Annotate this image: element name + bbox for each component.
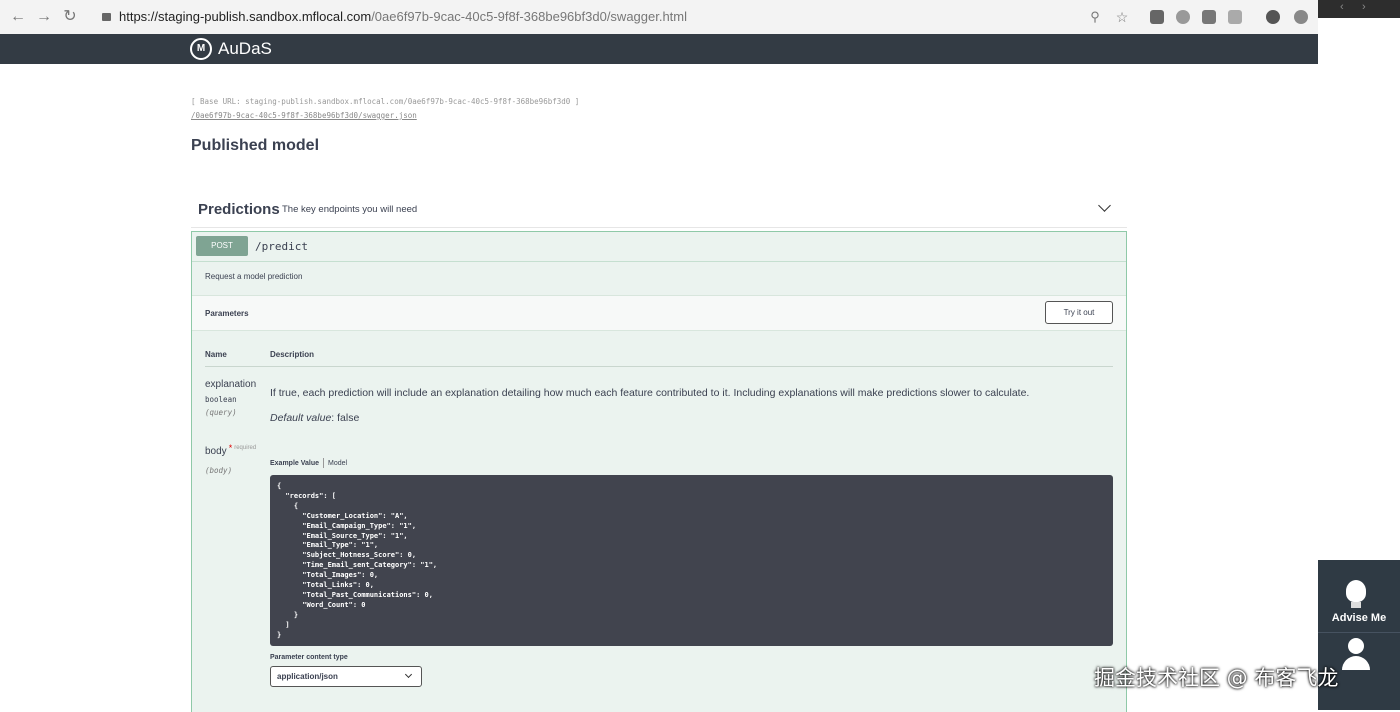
base-url: [ Base URL: staging-publish.sandbox.mflo… (191, 97, 580, 106)
app-header: M AuDaS (0, 34, 1318, 64)
lightbulb-base (1351, 602, 1361, 608)
content-type-label: Parameter content type (270, 654, 348, 661)
chevron-right-icon[interactable]: › (1362, 1, 1366, 13)
watermark: 掘金技术社区 @ 布客飞龙 (1094, 666, 1339, 690)
extension-icon[interactable] (1176, 10, 1190, 24)
default-label: Default value (270, 412, 332, 424)
param-name-text: body (205, 446, 227, 457)
user-icon[interactable] (1348, 638, 1364, 654)
column-header-name: Name (205, 350, 227, 359)
default-value: : false (331, 412, 360, 424)
chevron-down-icon[interactable] (1098, 199, 1111, 212)
url-host: https://staging-publish.sandbox.mflocal.… (119, 9, 372, 24)
required-star: * (228, 443, 233, 453)
forward-icon[interactable]: → (34, 7, 54, 27)
bookmark-star-icon[interactable]: ☆ (1112, 7, 1132, 27)
divider (323, 458, 325, 468)
logo-icon: M (190, 38, 212, 60)
lock-icon (102, 13, 111, 21)
operation-summary: Request a model prediction (205, 272, 303, 281)
column-header-description: Description (270, 350, 315, 359)
content-type-select[interactable]: application/json (270, 666, 422, 687)
param-name: body * required (205, 443, 257, 457)
tag-description: The key endpoints you will need (282, 204, 418, 215)
avatar[interactable] (1266, 10, 1280, 24)
operation-path: /predict (255, 240, 308, 253)
example-json: { "records": [ { "Customer_Location": "A… (277, 482, 438, 639)
drive-icon[interactable] (1202, 10, 1216, 24)
parameters-header: Parameters Try it out (192, 295, 1126, 331)
swagger-json-link[interactable]: /0ae6f97b-9cac-40c5-9f8f-368be96bf3d0/sw… (191, 111, 417, 120)
extension-icon[interactable] (1228, 10, 1242, 24)
operation-header[interactable]: POST /predict (192, 232, 1126, 262)
divider (1318, 632, 1400, 633)
reload-icon[interactable]: ↻ (60, 7, 80, 27)
back-icon[interactable]: ← (8, 7, 28, 27)
chevron-left-icon[interactable]: ‹ (1340, 1, 1344, 13)
method-badge: POST (196, 236, 248, 256)
page-title: Published model (191, 137, 320, 154)
url-path: /0ae6f97b-9cac-40c5-9f8f-368be96bf3d0/sw… (371, 9, 688, 24)
tab-model[interactable]: Model (328, 460, 347, 467)
user-icon-body (1342, 656, 1370, 670)
extension-icon[interactable] (1150, 10, 1164, 24)
param-description: If true, each prediction will include an… (270, 387, 1030, 399)
param-location: (query) (205, 408, 237, 417)
example-code-block[interactable]: { "records": [ { "Customer_Location": "A… (270, 475, 1113, 646)
address-bar[interactable]: https://staging-publish.sandbox.mflocal.… (94, 5, 1144, 29)
try-it-out-button[interactable]: Try it out (1045, 301, 1113, 324)
parameters-label: Parameters (205, 309, 249, 318)
content-type-value: application/json (277, 672, 338, 681)
app-name: AuDaS (218, 39, 272, 58)
chevron-down-icon (404, 670, 413, 679)
divider (205, 366, 1113, 367)
param-name: explanation (205, 379, 257, 390)
browser-toolbar: ← → ↻ https://staging-publish.sandbox.mf… (0, 0, 1318, 35)
side-panel-top: ‹ › (1318, 0, 1400, 18)
example-tabs: Example Value Model (270, 458, 347, 468)
required-label: required (234, 445, 257, 451)
tag-section-header[interactable]: Predictions The key endpoints you will n… (191, 195, 1127, 228)
param-location: (body) (205, 466, 233, 475)
tag-name: Predictions (198, 201, 280, 218)
advise-me-label: Advise Me (1331, 612, 1387, 624)
zoom-icon[interactable]: ⚲ (1085, 7, 1105, 27)
param-type: boolean (205, 395, 237, 404)
tab-example-value[interactable]: Example Value (270, 460, 319, 467)
lightbulb-icon (1346, 580, 1366, 602)
operation-block: POST /predict Request a model prediction… (191, 231, 1127, 712)
param-default: Default value: false (270, 412, 359, 424)
menu-icon[interactable] (1294, 10, 1308, 24)
